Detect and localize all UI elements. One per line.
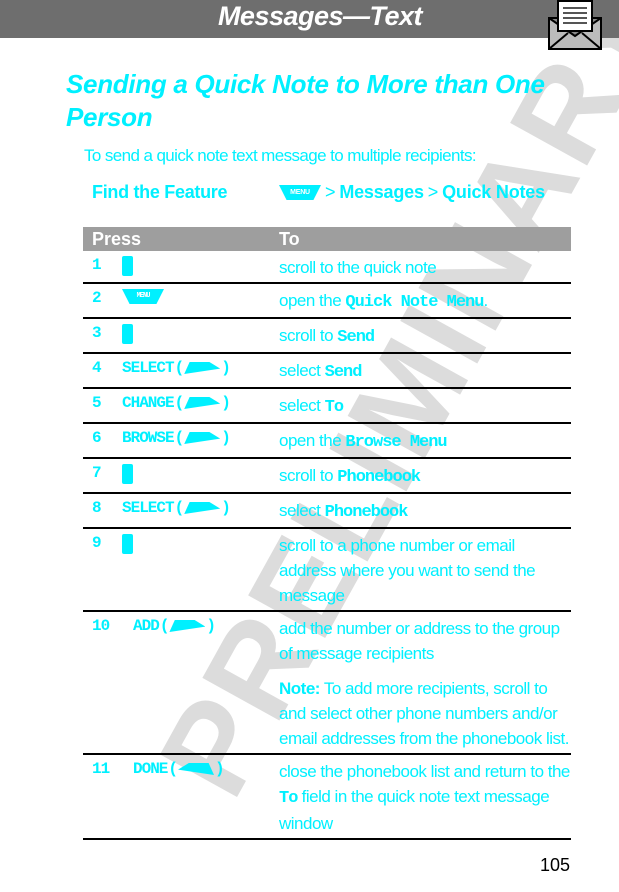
step-number: 4 [92,359,102,377]
key-label: SELECT [122,359,175,377]
envelope-letter-icon [548,0,602,50]
step-number: 2 [92,289,102,307]
table-row: 11 DONE () close the phonebook list and re… [83,755,571,840]
nav-key-icon [122,464,133,484]
table-row: 2 MENU open the Quick Note Menu. [83,284,571,319]
step-number: 5 [92,394,102,412]
nav-key-icon [122,534,133,554]
press-key: BROWSE () [122,429,231,447]
key-label: ADD [133,617,160,635]
step-action: scroll to a phone number or email addres… [279,536,536,605]
table-header: Press To [83,227,571,251]
table-row: 5 CHANGE () select To [83,389,571,424]
right-soft-key-icon [184,432,221,444]
press-key: SELECT () [122,359,231,377]
table-row: 7 scroll to Phonebook [83,459,571,494]
step-number: 11 [92,760,110,778]
nav-key-icon [122,256,133,276]
table-row: 1 scroll to the quick note [83,251,571,284]
find-feature-label: Find the Feature [92,182,228,202]
key-label: BROWSE [122,429,175,447]
right-soft-key-icon [184,397,221,409]
table-row: 4 SELECT () select Send [83,354,571,389]
note: Note: To add more recipients, scroll to … [279,679,569,748]
table-row: 3 scroll to Send [83,319,571,354]
step-number: 9 [92,534,102,552]
path-messages: Messages [339,182,424,202]
right-soft-key-icon [184,502,221,514]
key-label: SELECT [122,499,175,517]
step-action: scroll to Send [279,326,375,347]
press-to-table: Press To 1 scroll to the quick note 2 MENU o… [83,227,571,840]
step-action: scroll to the quick note [279,258,437,277]
step-action: scroll to Phonebook [279,466,421,487]
path-quick-notes: Quick Notes [442,182,545,202]
step-action: close the phonebook list and return to t… [279,762,570,833]
menu-key-icon: MENU [279,185,321,200]
step-number: 10 [92,617,110,635]
press-key [122,256,133,276]
feature-path: MENU > Messages > Quick Notes [279,182,545,203]
step-action: select Phonebook [279,501,408,522]
step-number: 6 [92,429,102,447]
page-number: 105 [540,855,571,875]
press-key [122,464,133,484]
step-number: 8 [92,499,102,517]
right-soft-key-icon [184,362,221,374]
press-key: DONE () [133,760,225,778]
left-soft-key-icon [178,763,215,775]
table-row: 9 scroll to a phone number or email addre… [83,529,571,612]
step-number: 3 [92,324,102,342]
press-key [122,324,133,344]
section-title: Sending a Quick Note to More than One Pe… [66,69,545,132]
press-key: CHANGE () [122,394,231,412]
step-action: open the Quick Note Menu. [279,291,488,312]
step-action: open the Browse Menu [279,431,448,452]
key-label: DONE [133,760,168,778]
table-row: 10 ADD () add the number or address to the… [83,612,571,755]
press-key: MENU [122,289,164,304]
press-key: SELECT () [122,499,231,517]
step-action: add the number or address to the group o… [279,612,571,753]
step-number: 1 [92,256,102,274]
key-label: CHANGE [122,394,175,412]
press-key: ADD () [133,617,216,635]
step-action: select Send [279,361,362,382]
table-row: 8 SELECT () select Phonebook [83,494,571,529]
press-key [122,534,133,554]
page-header: Messages—Text [0,0,619,38]
menu-key-icon: MENU [122,289,164,304]
right-soft-key-icon [169,620,206,632]
intro-text: To send a quick note text message to mul… [84,146,477,165]
table-row: 6 BROWSE () open the Browse Menu [83,424,571,459]
step-number: 7 [92,464,102,482]
nav-key-icon [122,324,133,344]
step-action: select To [279,396,344,417]
header-title: Messages—Text [217,1,423,31]
